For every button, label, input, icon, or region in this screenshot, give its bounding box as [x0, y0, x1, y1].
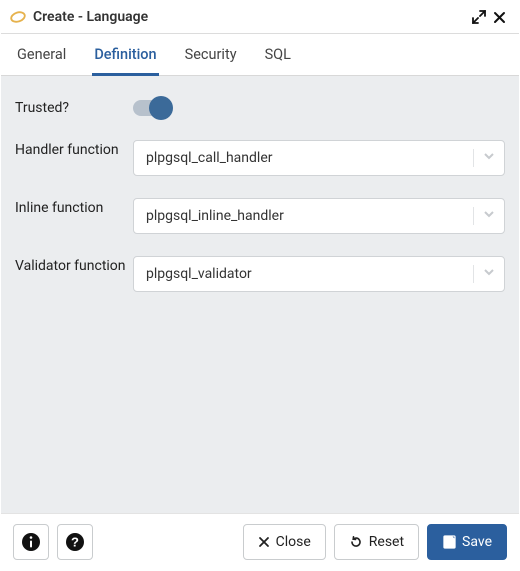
expand-button[interactable]: [469, 7, 489, 27]
chevron-down-icon: [482, 207, 496, 225]
label-trusted: Trusted?: [15, 98, 133, 118]
reset-button[interactable]: Reset: [334, 524, 419, 560]
validator-function-select[interactable]: plpgsql_validator: [133, 256, 505, 292]
inline-function-value: plpgsql_inline_handler: [146, 208, 284, 224]
tab-definition[interactable]: Definition: [92, 34, 158, 76]
row-validator: Validator function plpgsql_validator: [15, 256, 505, 292]
reset-icon: [349, 535, 363, 549]
label-inline: Inline function: [15, 198, 133, 218]
chevron-down-icon: [482, 149, 496, 167]
close-button-label: Close: [276, 534, 311, 550]
tab-general[interactable]: General: [15, 34, 68, 76]
toggle-knob: [149, 96, 173, 120]
svg-text:?: ?: [71, 535, 79, 550]
info-icon: [21, 532, 41, 552]
footer: ? Close Reset Save: [1, 513, 519, 570]
titlebar: Create - Language: [1, 1, 519, 34]
label-validator: Validator function: [15, 256, 133, 276]
trusted-toggle[interactable]: [133, 100, 167, 116]
close-button[interactable]: Close: [243, 524, 326, 560]
form-body: Trusted? Handler function plpgsql_call_h…: [1, 76, 519, 513]
info-button[interactable]: [13, 524, 49, 560]
save-button[interactable]: Save: [427, 524, 507, 560]
help-icon: ?: [65, 532, 85, 552]
handler-function-select[interactable]: plpgsql_call_handler: [133, 140, 505, 176]
help-button[interactable]: ?: [57, 524, 93, 560]
language-icon: [9, 10, 27, 24]
close-icon: [258, 536, 270, 548]
window-title: Create - Language: [33, 9, 148, 25]
tab-bar: General Definition Security SQL: [1, 34, 519, 76]
select-separator: [473, 207, 474, 225]
row-handler: Handler function plpgsql_call_handler: [15, 140, 505, 176]
select-separator: [473, 265, 474, 283]
tab-sql[interactable]: SQL: [263, 34, 293, 76]
chevron-down-icon: [482, 265, 496, 283]
save-button-label: Save: [462, 534, 492, 550]
select-separator: [473, 149, 474, 167]
row-inline: Inline function plpgsql_inline_handler: [15, 198, 505, 234]
save-icon: [442, 535, 456, 549]
validator-function-value: plpgsql_validator: [146, 266, 252, 282]
tab-security[interactable]: Security: [183, 34, 239, 76]
row-trusted: Trusted?: [15, 98, 505, 118]
inline-function-select[interactable]: plpgsql_inline_handler: [133, 198, 505, 234]
handler-function-value: plpgsql_call_handler: [146, 150, 273, 166]
close-window-button[interactable]: [489, 7, 509, 27]
reset-button-label: Reset: [369, 534, 404, 550]
label-handler: Handler function: [15, 140, 133, 160]
